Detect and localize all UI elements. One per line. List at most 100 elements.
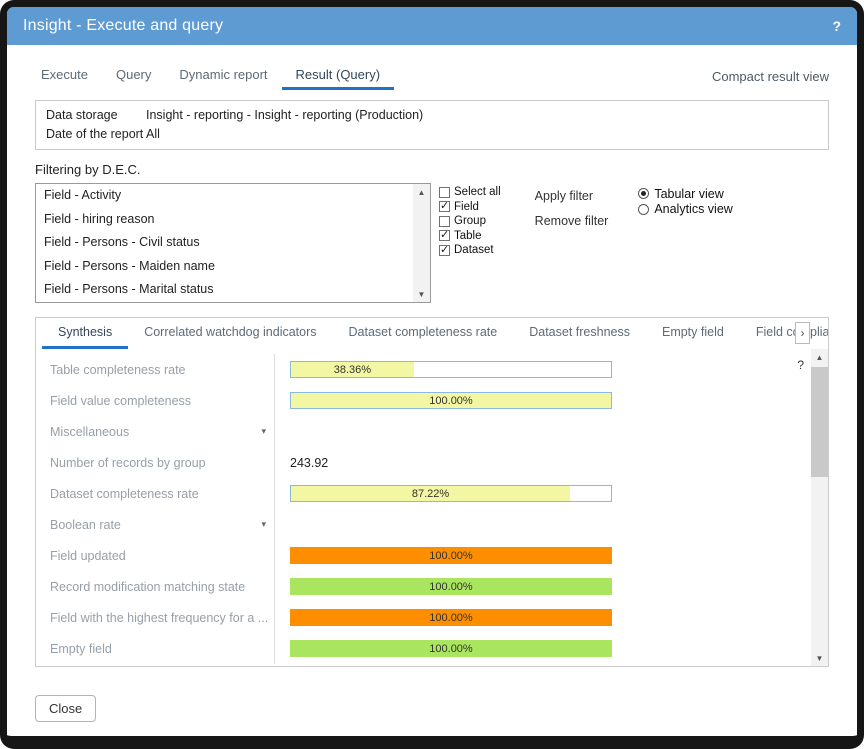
scroll-up-icon[interactable]: ▲ (811, 349, 828, 365)
list-item[interactable]: Field - Activity (36, 184, 413, 208)
dec-list-items: Field - ActivityField - hiring reasonFie… (36, 184, 413, 302)
view-radios: Tabular viewAnalytics view (638, 183, 733, 217)
row-label: Field value completeness (36, 394, 274, 408)
list-item[interactable]: Field - Persons - Maiden name (36, 255, 413, 279)
bar-value: 100.00% (429, 581, 472, 593)
scroll-up-icon[interactable]: ▲ (413, 184, 430, 200)
percent-bar: 87.22% (290, 485, 612, 502)
result-tab-empty-field[interactable]: Empty field (646, 318, 740, 349)
row-body: 100.00% (274, 385, 811, 416)
percent-bar: 100.00% (290, 547, 612, 564)
result-tab-bar: SynthesisCorrelated watchdog indicatorsD… (36, 318, 828, 349)
bar-value: 87.22% (412, 488, 449, 500)
dialog-content: ExecuteQueryDynamic reportResult (Query)… (7, 61, 857, 722)
apply-filter-button[interactable]: Apply filter (535, 189, 609, 203)
checkbox-group[interactable]: Group (439, 214, 501, 229)
radio-analytics-view[interactable]: Analytics view (638, 202, 733, 218)
remove-filter-button[interactable]: Remove filter (535, 214, 609, 228)
row-body: 100.00% (274, 602, 811, 633)
checkbox-table[interactable]: Table (439, 229, 501, 244)
bar-value: 100.00% (429, 643, 472, 655)
dialog-window: Insight - Execute and query ? ExecuteQue… (0, 0, 864, 749)
checkbox-box (439, 245, 450, 256)
result-tab-synthesis[interactable]: Synthesis (42, 318, 128, 349)
list-item[interactable]: Field - Persons - Civil status (36, 231, 413, 255)
scroll-down-icon[interactable]: ▼ (811, 650, 828, 666)
result-row: Table completeness rate 38.36% (36, 354, 811, 385)
row-label: Record modification matching state (36, 580, 274, 594)
filter-checkboxes: Select allField Group TableDataset (439, 183, 501, 258)
row-label: Field with the highest frequency for a .… (36, 611, 274, 625)
row-body: 87.22% (274, 478, 811, 509)
radio-label: Analytics view (654, 202, 733, 216)
result-row: Record modification matching state 100.00… (36, 571, 811, 602)
percent-bar: 38.36% (290, 361, 612, 378)
percent-bar: 100.00% (290, 640, 612, 657)
result-tab-dataset-freshness[interactable]: Dataset freshness (513, 318, 646, 349)
help-icon[interactable]: ? (832, 18, 841, 34)
close-button[interactable]: Close (35, 695, 96, 722)
checkbox-dataset[interactable]: Dataset (439, 243, 501, 258)
checkbox-field[interactable]: Field (439, 200, 501, 215)
result-tab-field-compliance-a[interactable]: Field compliance a (740, 318, 829, 349)
collapse-arrow-icon[interactable]: ▾ (261, 426, 266, 437)
results-panel: SynthesisCorrelated watchdog indicatorsD… (35, 317, 829, 667)
checkbox-label: Field (454, 201, 479, 213)
result-row: Field value completeness 100.00% (36, 385, 811, 416)
radio-tabular-view[interactable]: Tabular view (638, 186, 733, 202)
percent-bar: 100.00% (290, 609, 612, 626)
row-body: 100.00% (274, 633, 811, 664)
row-label: Empty field (36, 642, 274, 656)
tab-query[interactable]: Query (102, 61, 165, 90)
bar-fill: 87.22% (291, 486, 570, 501)
bar-fill: 100.00% (291, 579, 611, 594)
filter-actions: Apply filter Remove filter (535, 183, 609, 239)
result-tab-dataset-completeness-rate[interactable]: Dataset completeness rate (333, 318, 514, 349)
radio-circle (638, 204, 649, 215)
checkbox-box (439, 187, 450, 198)
bar-fill: 100.00% (291, 548, 611, 563)
row-label: Table completeness rate (36, 363, 274, 377)
main-tab-bar: ExecuteQueryDynamic reportResult (Query)… (27, 61, 829, 90)
filter-row: Field - ActivityField - hiring reasonFie… (35, 183, 829, 303)
more-tabs-button[interactable]: › (795, 322, 810, 344)
result-row: Dataset completeness rate 87.22% (36, 478, 811, 509)
scroll-down-icon[interactable]: ▼ (413, 286, 430, 302)
collapse-arrow-icon[interactable]: ▾ (261, 519, 266, 530)
row-label: Field updated (36, 549, 274, 563)
result-rows: Table completeness rate 38.36% Field value… (36, 354, 811, 666)
list-item[interactable]: Field - Persons - Marital status (36, 278, 413, 302)
row-body (274, 509, 811, 540)
tab-execute[interactable]: Execute (27, 61, 102, 90)
result-tab-correlated-watchdog-indicators[interactable]: Correlated watchdog indicators (128, 318, 332, 349)
row-label: Boolean rate▾ (36, 518, 274, 532)
title-bar: Insight - Execute and query ? (7, 7, 857, 45)
scrollbar-thumb[interactable] (811, 367, 828, 477)
report-info-box: Data storage Insight - reporting - Insig… (35, 100, 829, 150)
dialog-footer: Close (35, 695, 829, 722)
checkbox-label: Table (454, 230, 482, 242)
tab-dynamic-report[interactable]: Dynamic report (165, 61, 281, 90)
bar-fill: 100.00% (291, 610, 611, 625)
row-body: 38.36% (274, 354, 811, 385)
list-item[interactable]: Field - hiring reason (36, 208, 413, 232)
dec-listbox[interactable]: Field - ActivityField - hiring reasonFie… (35, 183, 431, 303)
checkbox-box (439, 230, 450, 241)
tab-result-query[interactable]: Result (Query) (282, 61, 395, 90)
info-value: All (146, 125, 160, 144)
checkbox-label: Group (454, 215, 486, 227)
checkbox-select-all[interactable]: Select all (439, 185, 501, 200)
checkbox-box (439, 216, 450, 227)
bar-fill: 38.36% (291, 362, 414, 377)
row-label: Dataset completeness rate (36, 487, 274, 501)
info-label: Date of the report (46, 125, 146, 144)
bar-fill: 100.00% (291, 393, 611, 408)
checkbox-box (439, 201, 450, 212)
row-body: 100.00% (274, 540, 811, 571)
info-row: Data storage Insight - reporting - Insig… (46, 106, 818, 125)
bar-fill: 100.00% (291, 641, 611, 656)
compact-result-view-link[interactable]: Compact result view (712, 69, 829, 90)
listbox-scrollbar[interactable]: ▲ ▼ (413, 184, 430, 302)
results-scrollbar[interactable]: ▲ ▼ (811, 349, 828, 666)
result-row: Empty field 100.00% (36, 633, 811, 664)
